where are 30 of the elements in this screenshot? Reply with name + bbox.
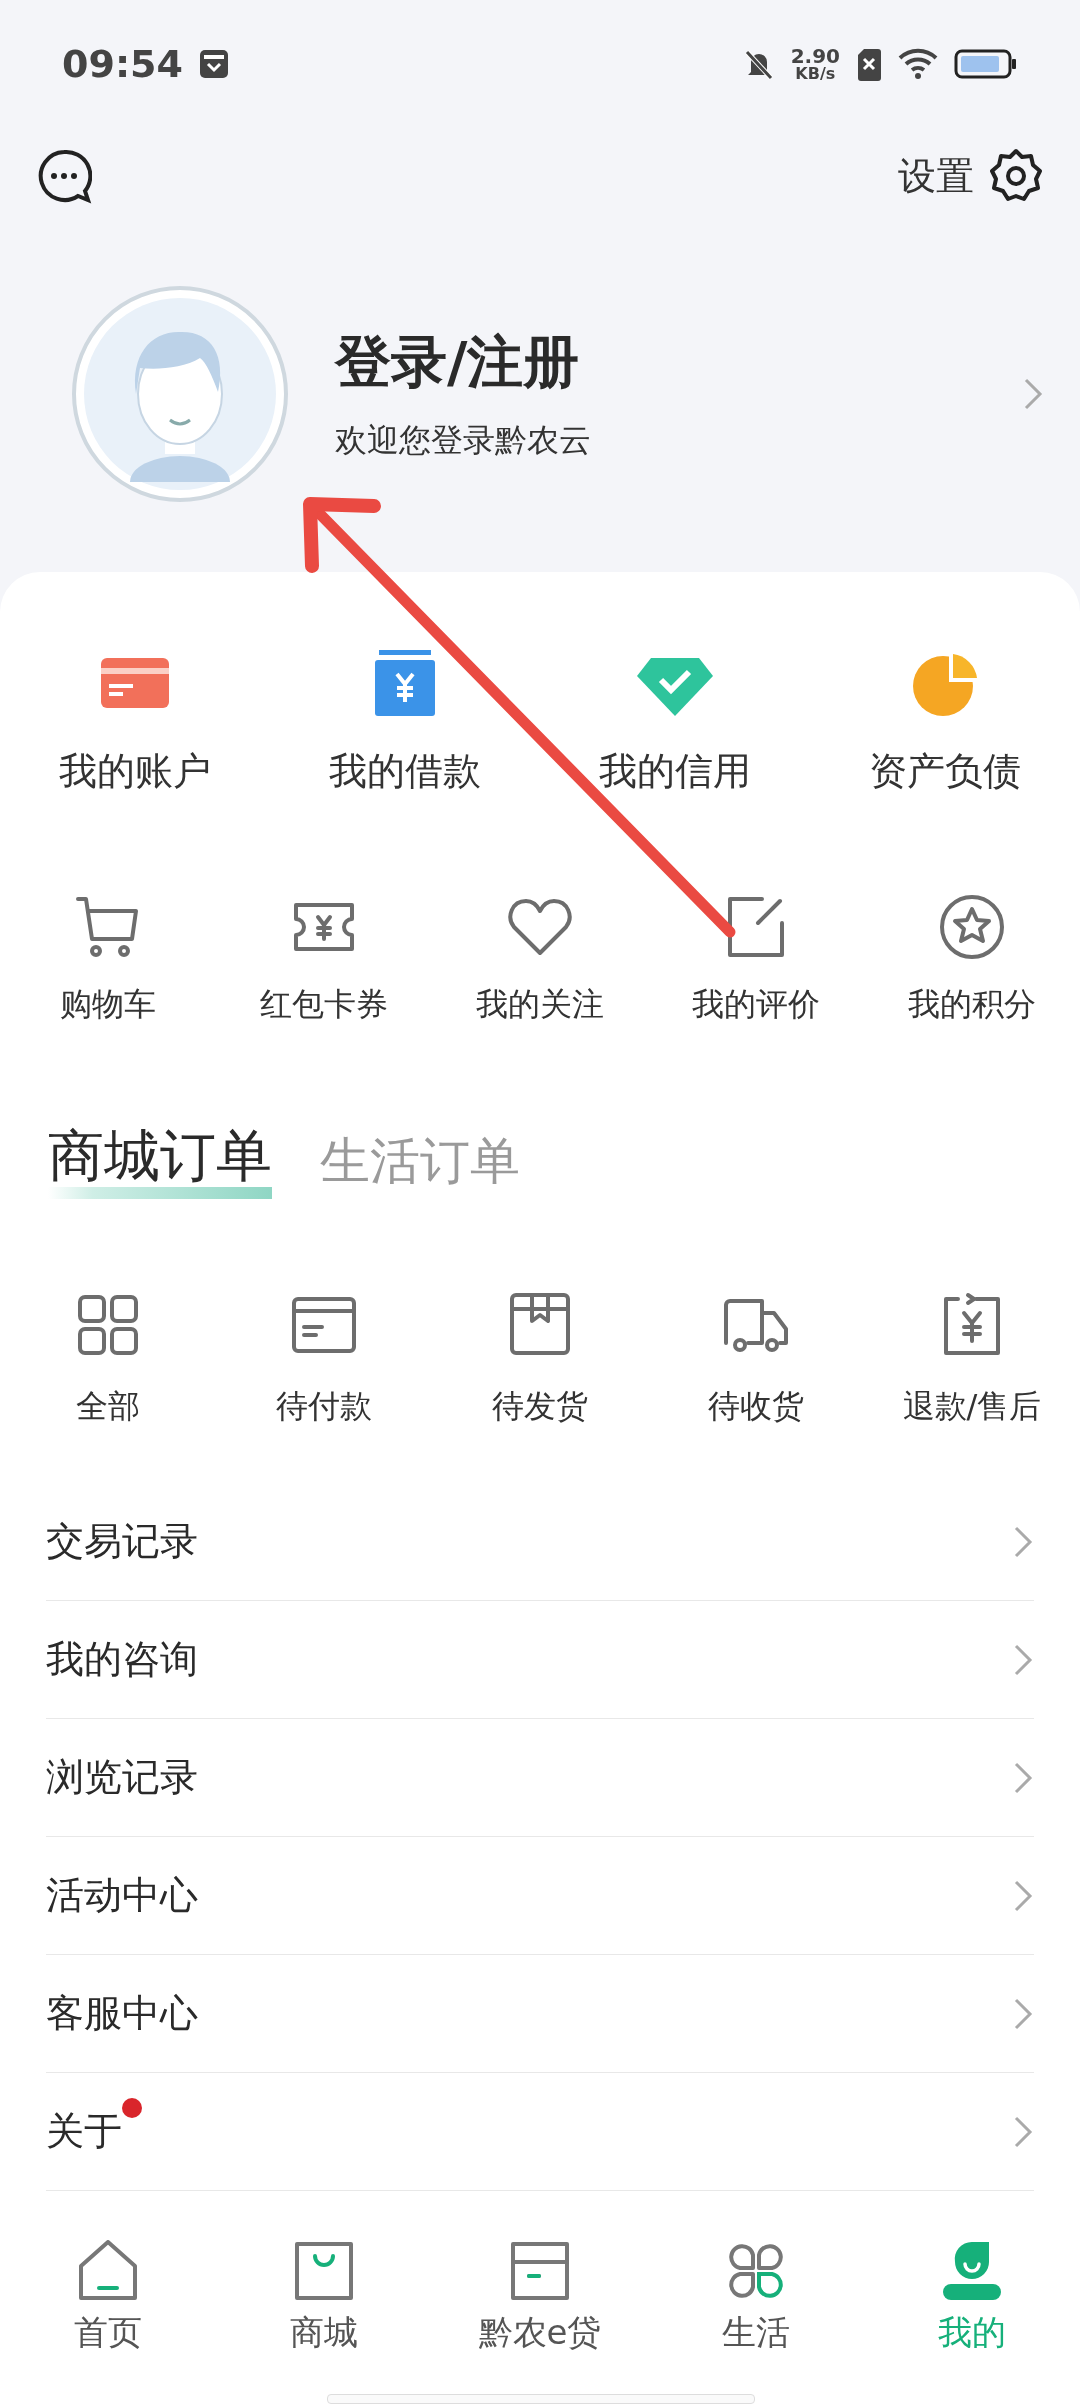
shortcut-item[interactable]: 红包卡券 [216,893,432,1027]
menu-row[interactable]: 交易记录 [46,1483,1034,1601]
menu-row[interactable]: 关于 [46,2073,1034,2191]
nav-tab[interactable]: 黔农e贷 [432,2240,648,2408]
speed-unit: KB/s [795,66,836,82]
nav-tab[interactable]: 商城 [216,2240,432,2408]
status-time: 09:54 [62,42,183,86]
menu-row[interactable]: 浏览记录 [46,1719,1034,1837]
login-title[interactable]: 登录/注册 [335,325,1022,401]
finance-shortcut[interactable]: 我的借款 [270,644,540,797]
nav-tab[interactable]: 生活 [648,2240,864,2408]
order-status-item[interactable]: 退款/售后 [864,1291,1080,1429]
order-status-item[interactable]: 待付款 [216,1291,432,1429]
finance-shortcut[interactable]: 我的账户 [0,644,270,797]
menu-row[interactable]: 客服中心 [46,1955,1034,2073]
order-status-item[interactable]: 待收货 [648,1291,864,1429]
finance-shortcut[interactable]: 资产负债 [810,644,1080,797]
order-status-item[interactable]: 全部 [0,1291,216,1429]
menu-row[interactable]: 活动中心 [46,1837,1034,1955]
shortcut-item[interactable]: 我的积分 [864,893,1080,1027]
welcome-text: 欢迎您登录黔农云 [335,420,592,461]
nav-tab[interactable]: 首页 [0,2240,216,2408]
menu-row[interactable]: 我的咨询 [46,1601,1034,1719]
shortcut-item[interactable]: 购物车 [0,893,216,1027]
settings-button[interactable]: 设置 [898,148,1044,204]
shortcut-item[interactable]: 我的关注 [432,893,648,1027]
network-speed: 2.90 [790,46,840,66]
finance-shortcut[interactable]: 我的信用 [540,644,810,797]
order-status-item[interactable]: 待发货 [432,1291,648,1429]
shortcut-item[interactable]: 我的评价 [648,893,864,1027]
